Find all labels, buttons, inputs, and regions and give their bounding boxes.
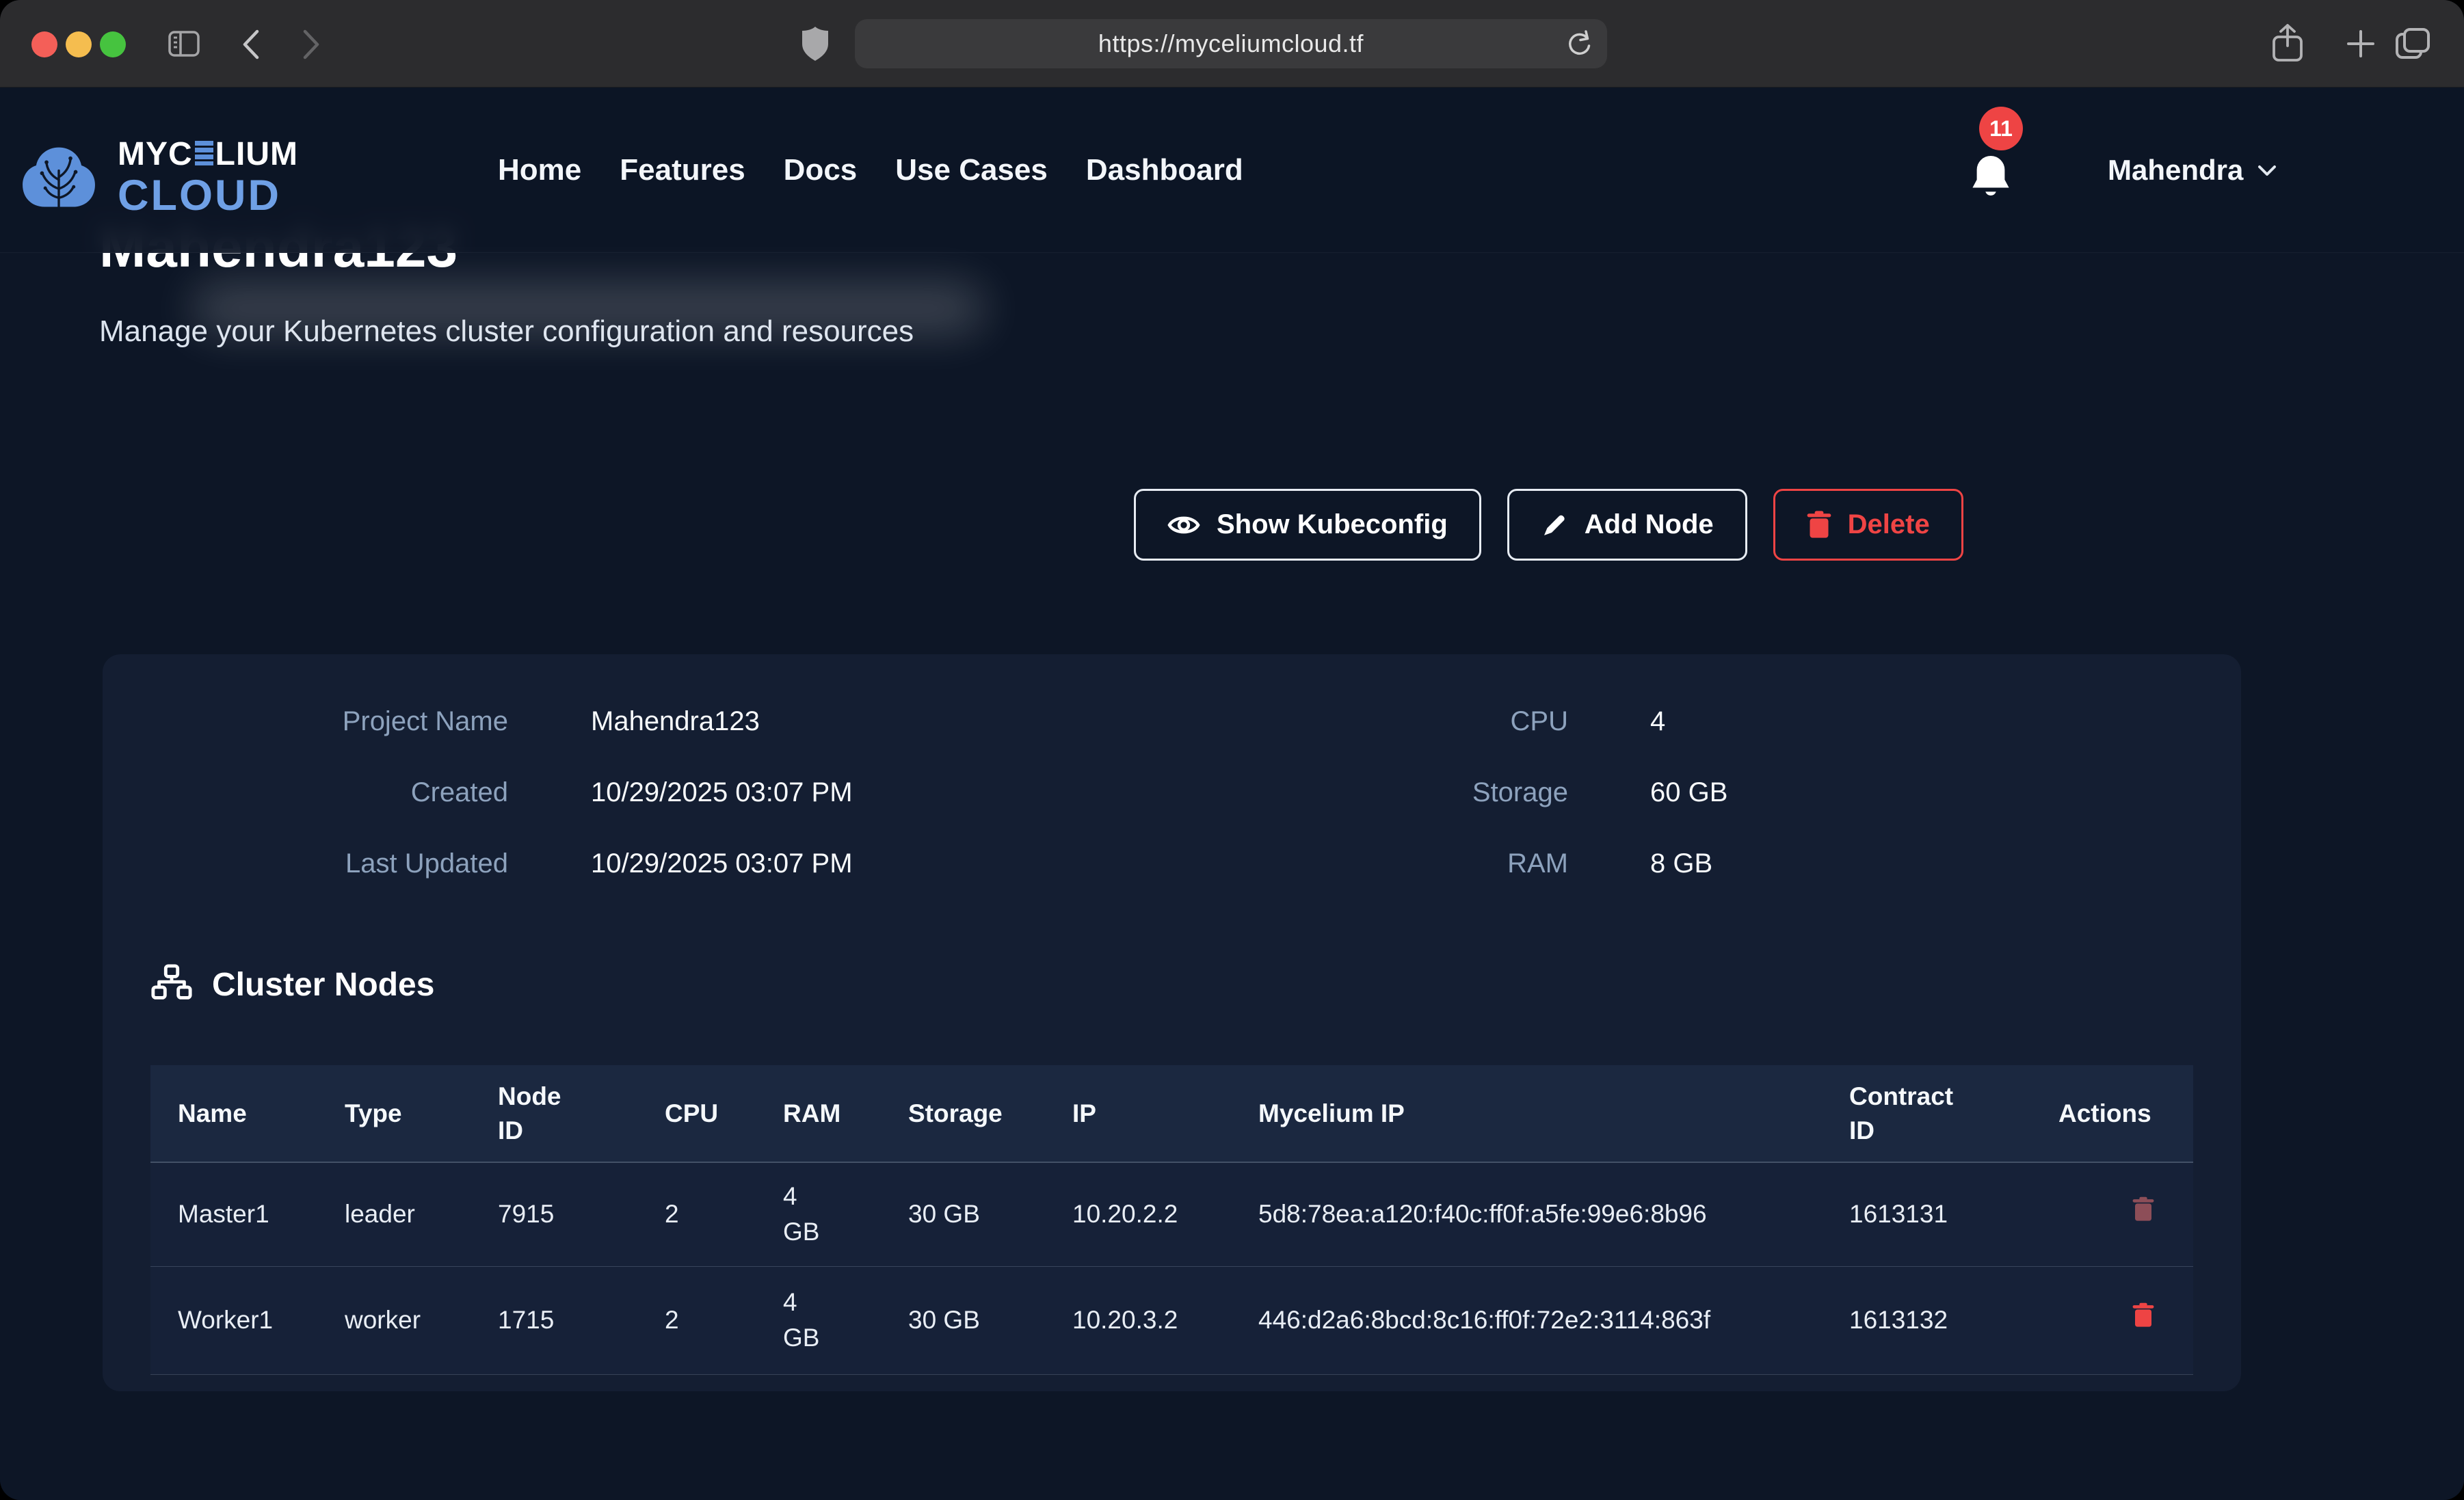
nav-link-use-cases[interactable]: Use Cases <box>895 153 1048 187</box>
trash-icon <box>2132 1302 2154 1328</box>
logo-e-bars <box>195 141 213 165</box>
node-mycelium-ip: 5d8:78ea:a120:f40c:ff0f:a5fe:99e6:8b96 <box>1258 1162 1849 1266</box>
col-type: Type <box>345 1065 498 1162</box>
node-contract-id: 1613132 <box>1849 1266 2058 1374</box>
node-cpu: 2 <box>665 1162 783 1266</box>
col-actions: Actions <box>2058 1065 2193 1162</box>
eye-icon <box>1167 513 1200 537</box>
node-id: 1715 <box>498 1266 665 1374</box>
back-icon[interactable] <box>241 29 260 60</box>
node-mycelium-ip: 446:d2a6:8bcd:8c16:ff0f:72e2:3114:863f <box>1258 1266 1849 1374</box>
user-menu[interactable]: Mahendra <box>2108 88 2277 253</box>
cluster-nodes-table: Name Type Node ID CPU RAM Storage IP Myc… <box>150 1065 2193 1375</box>
bell-icon <box>1968 153 2013 206</box>
nav-link-home[interactable]: Home <box>498 153 581 187</box>
project-info-grid: Project Name Mahendra123 CPU 4 Created 1… <box>150 686 2193 899</box>
trash-icon <box>2132 1196 2154 1222</box>
page-body: Mahendra123 <box>0 88 2464 1500</box>
user-name: Mahendra <box>2108 154 2243 187</box>
table-header-row: Name Type Node ID CPU RAM Storage IP Myc… <box>150 1065 2193 1162</box>
project-name-value: Mahendra123 <box>508 706 1231 737</box>
browser-titlebar: https://myceliumcloud.tf <box>0 0 2464 88</box>
last-updated-label: Last Updated <box>150 848 508 879</box>
node-type: worker <box>345 1266 498 1374</box>
col-mycelium-ip: Mycelium IP <box>1258 1065 1849 1162</box>
delete-node-button[interactable] <box>2132 1306 2154 1334</box>
window-minimize-button[interactable] <box>66 31 92 57</box>
trash-icon <box>1807 511 1831 539</box>
window-close-button[interactable] <box>31 31 57 57</box>
created-label: Created <box>150 777 508 808</box>
notification-badge: 11 <box>1979 107 2023 150</box>
project-name-label: Project Name <box>150 706 508 737</box>
delete-node-button[interactable] <box>2132 1200 2154 1228</box>
col-ram: RAM <box>783 1065 908 1162</box>
node-type: leader <box>345 1162 498 1266</box>
nav-links: Home Features Docs Use Cases Dashboard <box>498 88 1243 253</box>
col-ip: IP <box>1072 1065 1258 1162</box>
node-name: Master1 <box>150 1162 345 1266</box>
pencil-icon <box>1541 511 1568 539</box>
page-subtitle: Manage your Kubernetes cluster configura… <box>99 314 914 349</box>
col-storage: Storage <box>908 1065 1072 1162</box>
cluster-nodes-heading: Cluster Nodes <box>150 963 434 1006</box>
url-text: https://myceliumcloud.tf <box>1098 29 1364 58</box>
node-name: Worker1 <box>150 1266 345 1374</box>
mycelium-cloud-logo-icon <box>19 142 98 213</box>
cluster-nodes-icon <box>150 963 193 1006</box>
node-contract-id: 1613131 <box>1849 1162 2058 1266</box>
last-updated-value: 10/29/2025 03:07 PM <box>508 848 1231 879</box>
created-value: 10/29/2025 03:07 PM <box>508 777 1231 808</box>
browser-window: https://myceliumcloud.tf Mahendra123 <box>0 0 2464 1500</box>
node-ip: 10.20.2.2 <box>1072 1162 1258 1266</box>
node-actions <box>2058 1162 2193 1266</box>
window-zoom-button[interactable] <box>100 31 126 57</box>
cluster-actions-row: Show Kubeconfig Add Node Delete <box>1134 489 1963 561</box>
logo-word-cloud: CLOUD <box>118 174 298 217</box>
storage-value: 60 GB <box>1568 777 2193 808</box>
col-node-id: Node ID <box>498 1065 665 1162</box>
delete-cluster-button[interactable]: Delete <box>1773 489 1963 561</box>
ram-label: RAM <box>1231 848 1568 879</box>
site-navbar: MYCLIUM CLOUD Home Features Docs Use Cas… <box>0 88 2464 253</box>
nav-link-docs[interactable]: Docs <box>784 153 858 187</box>
chevron-down-icon <box>2257 164 2277 181</box>
show-kubeconfig-button[interactable]: Show Kubeconfig <box>1134 489 1481 561</box>
address-bar[interactable]: https://myceliumcloud.tf <box>855 19 1607 68</box>
nav-link-dashboard[interactable]: Dashboard <box>1086 153 1243 187</box>
node-storage: 30 GB <box>908 1266 1072 1374</box>
node-actions <box>2058 1266 2193 1374</box>
node-ip: 10.20.3.2 <box>1072 1266 1258 1374</box>
new-tab-icon[interactable] <box>2346 29 2376 59</box>
tab-overview-icon[interactable] <box>2395 27 2430 60</box>
nav-link-features[interactable]: Features <box>620 153 745 187</box>
col-contract-id: Contract ID <box>1849 1065 2058 1162</box>
site-logo[interactable]: MYCLIUM CLOUD <box>19 138 298 217</box>
cluster-detail-card: Project Name Mahendra123 CPU 4 Created 1… <box>103 654 2241 1391</box>
privacy-shield-icon[interactable] <box>802 26 829 62</box>
node-ram: 4 GB <box>783 1162 908 1266</box>
cpu-value: 4 <box>1568 706 2193 737</box>
ram-value: 8 GB <box>1568 848 2193 879</box>
col-name: Name <box>150 1065 345 1162</box>
table-row: Master1 leader 7915 2 4 GB 30 GB 10.20.2… <box>150 1162 2193 1266</box>
table-row: Worker1 worker 1715 2 4 GB 30 GB 10.20.3… <box>150 1266 2193 1374</box>
col-cpu: CPU <box>665 1065 783 1162</box>
node-id: 7915 <box>498 1162 665 1266</box>
node-ram: 4 GB <box>783 1266 908 1374</box>
cpu-label: CPU <box>1231 706 1568 737</box>
storage-label: Storage <box>1231 777 1568 808</box>
share-icon[interactable] <box>2272 23 2303 63</box>
notifications-button[interactable]: 11 <box>1968 88 2050 253</box>
forward-icon[interactable] <box>302 29 321 60</box>
add-node-button[interactable]: Add Node <box>1507 489 1747 561</box>
node-storage: 30 GB <box>908 1162 1072 1266</box>
sidebar-toggle-icon[interactable] <box>168 31 200 57</box>
logo-word-mycelium: MYCLIUM <box>118 138 298 171</box>
reload-icon[interactable] <box>1565 29 1593 62</box>
node-cpu: 2 <box>665 1266 783 1374</box>
cluster-nodes-title: Cluster Nodes <box>212 966 434 1004</box>
